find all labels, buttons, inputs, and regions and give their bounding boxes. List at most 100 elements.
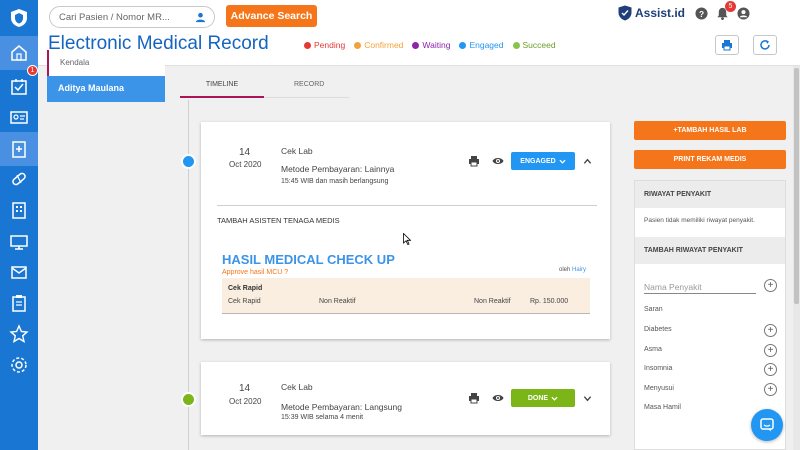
- tab-timeline[interactable]: TIMELINE: [180, 76, 264, 98]
- chat-button[interactable]: [751, 409, 783, 441]
- history-empty-text: Pasien tidak memiliki riwayat penyakit.: [644, 217, 755, 224]
- advance-search-button[interactable]: Advance Search: [226, 5, 317, 27]
- plus-icon: +: [767, 324, 774, 336]
- plus-icon: +: [767, 344, 774, 356]
- timeline-dot-engaged: [181, 154, 196, 169]
- sidebar-item-id-card[interactable]: [0, 100, 38, 134]
- refresh-icon: [760, 40, 770, 50]
- patient-search[interactable]: [49, 6, 215, 28]
- mouse-cursor-icon: [403, 233, 411, 245]
- app-logo-icon[interactable]: [9, 8, 29, 28]
- plus-icon: +: [767, 383, 774, 395]
- sidebar-item-medical-record[interactable]: [0, 132, 38, 166]
- tab-record[interactable]: RECORD: [294, 76, 324, 98]
- legend-succeed: Succeed: [512, 40, 556, 50]
- chevron-up-icon[interactable]: [583, 157, 592, 166]
- timeline-dot-done: [181, 392, 196, 407]
- scrollbar-thumb[interactable]: [794, 68, 799, 304]
- suggestion-item: Diabetes: [644, 326, 672, 333]
- add-medical-assistant-link[interactable]: TAMBAH ASISTEN TENAGA MEDIS: [217, 216, 340, 225]
- visit-title: Cek Lab: [281, 382, 313, 392]
- eye-icon[interactable]: [492, 155, 504, 167]
- print-medical-record-button[interactable]: PRINT REKAM MEDIS: [634, 150, 786, 169]
- divider: [217, 205, 597, 206]
- add-suggestion-button[interactable]: +: [764, 324, 777, 337]
- plus-icon: +: [767, 363, 774, 375]
- legend-confirmed: Confirmed: [354, 40, 403, 50]
- chat-icon: [760, 418, 774, 432]
- chevron-down-icon[interactable]: [583, 394, 592, 403]
- plus-icon: +: [767, 279, 774, 291]
- status-label: DONE: [527, 394, 549, 402]
- user-icon: [195, 12, 206, 23]
- mcu-cell-result: Non Reaktif: [319, 298, 356, 305]
- patient-list-item[interactable]: Kendala: [47, 50, 165, 76]
- mcu-by-name: Hairy: [572, 267, 587, 273]
- pill-icon: [12, 172, 26, 186]
- sidebar: 1: [0, 0, 38, 450]
- notification-badge: 5: [725, 1, 736, 12]
- home-icon: [11, 45, 27, 61]
- mcu-cell-reference: Non Reaktif: [474, 298, 511, 305]
- record-tabs: TIMELINE RECORD: [180, 76, 350, 98]
- checklist-icon: [11, 79, 27, 95]
- status-dropdown-button[interactable]: DONE: [511, 389, 575, 407]
- legend-dot: [412, 41, 420, 49]
- status-legend: Pending Confirmed Waiting Engaged Succee…: [304, 40, 556, 50]
- printer-icon: [722, 40, 732, 51]
- refresh-button[interactable]: [753, 35, 777, 55]
- sidebar-item-monitor[interactable]: [0, 225, 38, 259]
- add-suggestion-button[interactable]: +: [764, 363, 777, 376]
- patient-list: Kendala Aditya Maulana: [47, 50, 165, 102]
- visit-month-year: Oct 2020: [229, 160, 262, 169]
- mcu-approve-link[interactable]: Approve hasil MCU ?: [222, 269, 288, 276]
- visit-card: 14 Oct 2020 Cek Lab Metode Pembayaran: L…: [201, 362, 610, 435]
- legend-dot: [304, 41, 311, 49]
- suggestion-item: Menyusui: [644, 385, 674, 392]
- add-disease-button[interactable]: +: [764, 279, 777, 292]
- patient-search-input[interactable]: [59, 11, 194, 23]
- mcu-title: HASIL MEDICAL CHECK UP: [222, 252, 395, 267]
- visit-day: 14: [239, 383, 251, 394]
- mcu-cell-price: Rp. 150.000: [530, 298, 569, 305]
- account-icon[interactable]: [737, 7, 750, 20]
- add-suggestion-button[interactable]: +: [764, 344, 777, 357]
- print-button[interactable]: [715, 35, 739, 55]
- monitor-icon: [10, 235, 28, 250]
- sidebar-item-clipboard[interactable]: [0, 286, 38, 320]
- sidebar-item-mail[interactable]: [0, 255, 38, 289]
- mcu-cell-test: Cek Rapid: [228, 298, 261, 305]
- suggestion-item: Asma: [644, 346, 662, 353]
- legend-pending: Pending: [304, 40, 345, 50]
- visit-title: Cek Lab: [281, 146, 313, 156]
- add-suggestion-button[interactable]: +: [764, 383, 777, 396]
- scrollbar[interactable]: [793, 66, 800, 450]
- status-label: ENGAGED: [520, 157, 556, 165]
- visit-day: 14: [239, 147, 251, 158]
- sidebar-badge: 1: [27, 65, 38, 76]
- sidebar-item-settings[interactable]: [0, 348, 38, 382]
- sidebar-item-star[interactable]: [0, 317, 38, 351]
- id-card-icon: [10, 111, 28, 124]
- help-icon[interactable]: ?: [695, 7, 708, 20]
- svg-text:?: ?: [699, 9, 704, 19]
- brand-name: Assist.id: [635, 6, 686, 20]
- mcu-result-table: Cek Rapid Cek Rapid Non Reaktif Non Reak…: [222, 278, 590, 314]
- disease-name-input[interactable]: [644, 280, 756, 294]
- status-dropdown-button[interactable]: ENGAGED: [511, 152, 575, 170]
- printer-icon[interactable]: [468, 155, 480, 167]
- legend-dot: [512, 41, 520, 49]
- chevron-down-icon: [559, 159, 566, 164]
- building-icon: [12, 202, 26, 219]
- mcu-by-label: oleh: [559, 267, 571, 273]
- patient-list-item-selected[interactable]: Aditya Maulana: [47, 76, 165, 102]
- printer-icon[interactable]: [468, 392, 480, 404]
- visit-card: 14 Oct 2020 Cek Lab Metode Pembayaran: L…: [201, 122, 610, 339]
- sidebar-item-pill[interactable]: [0, 162, 38, 196]
- sidebar-item-building[interactable]: [0, 193, 38, 227]
- legend-dot: [354, 41, 362, 49]
- visit-payment-method: Metode Pembayaran: Lainnya: [281, 164, 395, 174]
- eye-icon[interactable]: [492, 392, 504, 404]
- add-lab-result-button[interactable]: +TAMBAH HASIL LAB: [634, 121, 786, 140]
- visit-time-note: 15:39 WIB selama 4 menit: [281, 414, 364, 421]
